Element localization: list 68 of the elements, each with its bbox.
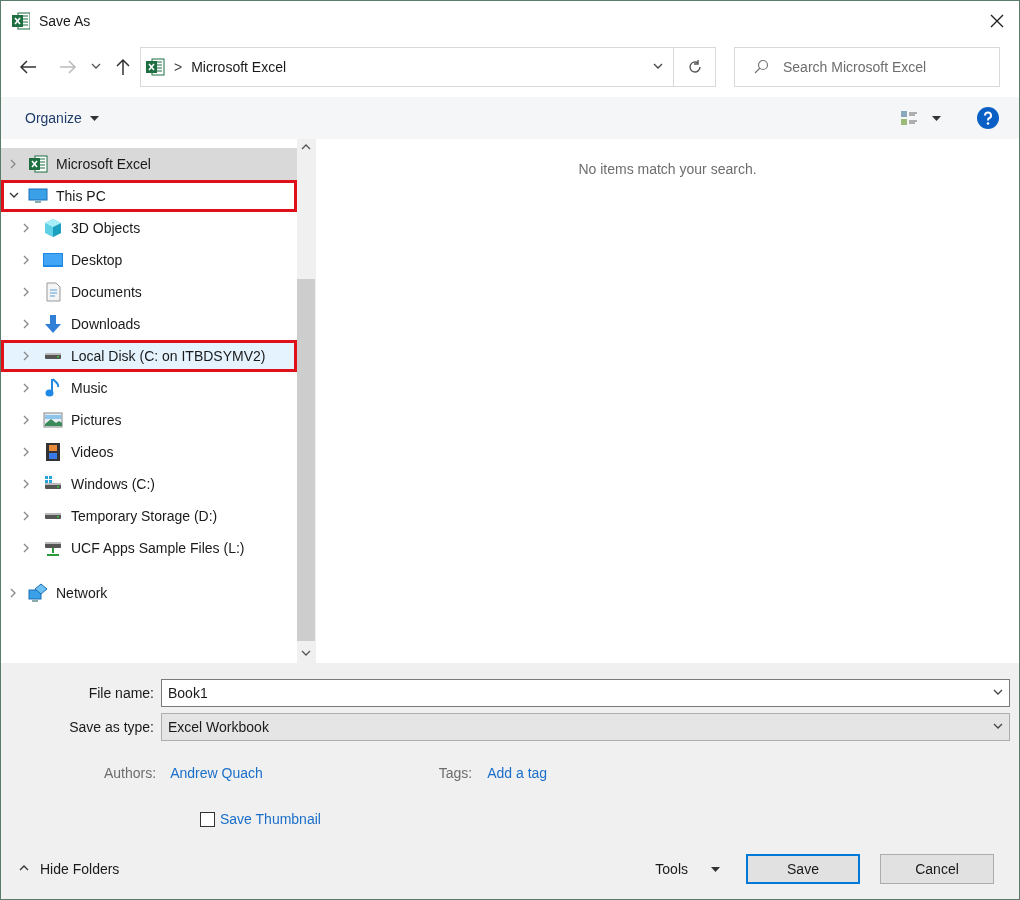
help-button[interactable] — [977, 107, 999, 129]
picture-icon — [43, 410, 63, 430]
tree-item[interactable]: Videos — [1, 436, 297, 468]
music-note-icon — [44, 378, 62, 398]
save-thumbnail-label[interactable]: Save Thumbnail — [220, 811, 321, 827]
tree-item[interactable]: Windows (C:) — [1, 468, 297, 500]
scrollbar-thumb[interactable] — [297, 279, 315, 641]
field-label: File name: — [87, 685, 155, 701]
caret-down-icon — [711, 866, 720, 872]
tools-button[interactable]: Tools — [649, 860, 726, 878]
authors-link[interactable]: Andrew Quach — [170, 765, 263, 781]
document-icon — [43, 282, 63, 302]
field-label: Save as type: — [68, 719, 155, 735]
tree-item[interactable]: 3D Objects — [1, 212, 297, 244]
scrollbar[interactable] — [297, 139, 315, 663]
up-button[interactable] — [115, 58, 131, 76]
help-icon — [977, 107, 999, 129]
desktop-icon — [43, 250, 63, 270]
forward-icon — [59, 59, 77, 75]
tree-item[interactable]: Pictures — [1, 404, 297, 436]
excel-icon — [145, 57, 165, 77]
refresh-button[interactable] — [674, 47, 716, 87]
refresh-icon — [686, 59, 703, 75]
tree-item[interactable]: Microsoft Excel — [1, 148, 297, 180]
tree-item[interactable]: Downloads — [1, 308, 297, 340]
search-field[interactable]: Search Microsoft Excel — [734, 47, 1000, 87]
tree-item[interactable]: UCF Apps Sample Files (L:) — [1, 532, 297, 564]
excel-icon — [12, 12, 30, 30]
network-icon — [27, 583, 49, 603]
window-title: Save As — [39, 13, 92, 29]
close-icon — [989, 13, 1005, 29]
hide-folders-button[interactable]: Hide Folders — [1, 861, 120, 877]
view-list-icon — [900, 109, 918, 127]
caret-down-icon — [932, 115, 941, 121]
field-label: Tags: — [438, 765, 473, 781]
tree-item[interactable]: Local Disk (C: on ITBDSYMV2) — [1, 340, 297, 372]
network-drive-icon — [44, 539, 62, 557]
organize-button[interactable]: Organize — [17, 106, 107, 130]
tree-item[interactable]: Network — [1, 577, 297, 609]
breadcrumb-item[interactable]: Microsoft Excel — [191, 59, 644, 75]
breadcrumb-separator[interactable]: > — [174, 59, 183, 75]
tree-item[interactable]: Temporary Storage (D:) — [1, 500, 297, 532]
search-icon — [753, 59, 769, 75]
drive-icon — [44, 352, 62, 360]
down-arrow-icon — [43, 314, 63, 334]
add-tag-link[interactable]: Add a tag — [487, 765, 548, 781]
field-label: Authors: — [104, 765, 157, 781]
file-type-dropdown[interactable]: Excel Workbook — [161, 713, 1010, 741]
excel-icon — [28, 154, 48, 174]
back-button[interactable] — [19, 59, 37, 75]
tree-item[interactable]: Desktop — [1, 244, 297, 276]
forward-button[interactable] — [59, 59, 77, 75]
back-icon — [19, 59, 37, 75]
cancel-button[interactable]: Cancel — [880, 854, 994, 884]
cube-icon — [43, 218, 63, 238]
up-icon — [115, 58, 131, 76]
tree-item[interactable]: Documents — [1, 276, 297, 308]
tree-item[interactable]: Music — [1, 372, 297, 404]
monitor-icon — [28, 186, 48, 206]
empty-message: No items match your search. — [578, 161, 757, 179]
drive-icon — [44, 512, 62, 520]
film-icon — [44, 442, 62, 462]
save-button[interactable]: Save — [746, 854, 860, 884]
tree-item[interactable]: This PC — [1, 180, 297, 212]
file-name-field[interactable]: Book1 — [161, 679, 1010, 707]
caret-down-icon — [89, 115, 99, 121]
address-field[interactable]: > Microsoft Excel — [140, 47, 674, 87]
checkbox[interactable] — [200, 811, 215, 827]
